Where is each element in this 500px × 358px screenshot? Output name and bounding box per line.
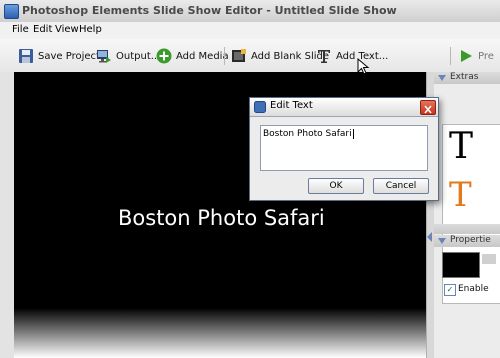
add-blank-slide-button[interactable]: Add Blank Slide xyxy=(231,47,329,65)
text-tool-icon xyxy=(316,48,332,64)
cancel-button[interactable]: Cancel xyxy=(373,178,429,194)
thumbnail-label-stub xyxy=(482,254,496,264)
edit-text-dialog: Edit Text Boston Photo Safari OK Cancel xyxy=(249,97,439,201)
title-bar: Photoshop Elements Slide Show Editor - U… xyxy=(0,0,500,23)
slide-text[interactable]: Boston Photo Safari xyxy=(118,206,325,230)
text-input[interactable]: Boston Photo Safari xyxy=(260,125,428,171)
slide-thumbnail[interactable] xyxy=(442,252,480,278)
add-icon xyxy=(156,48,172,64)
left-gutter xyxy=(0,72,14,358)
enable-checkbox[interactable]: ✓ xyxy=(444,284,456,296)
menu-help[interactable]: Help xyxy=(79,24,102,35)
close-button[interactable] xyxy=(420,100,436,115)
stage-fade xyxy=(14,308,426,358)
slide-show-editor-window: Photoshop Elements Slide Show Editor - U… xyxy=(0,0,500,358)
text-style-black[interactable]: T xyxy=(449,127,500,167)
menu-file[interactable]: File xyxy=(12,24,29,35)
extras-header[interactable]: Extras xyxy=(434,72,500,84)
output-icon xyxy=(96,48,112,64)
ok-button[interactable]: OK xyxy=(308,178,364,194)
mouse-cursor-icon xyxy=(357,58,370,75)
right-panel: Extras T T Propertie ✓ Enable xyxy=(434,72,500,358)
properties-label: Propertie xyxy=(450,235,491,245)
save-icon xyxy=(18,48,34,64)
toolbar: Save Project... Output... Add Media ▾ Ad… xyxy=(0,39,500,73)
text-input-value: Boston Photo Safari xyxy=(263,129,352,139)
preview-button[interactable]: Pre xyxy=(458,47,494,65)
menu-edit[interactable]: Edit xyxy=(33,24,52,35)
blank-slide-icon xyxy=(231,48,247,64)
add-text-button[interactable]: Add Text... xyxy=(316,47,388,65)
enable-label: Enable xyxy=(458,284,489,294)
play-icon xyxy=(458,48,474,64)
dialog-title: Edit Text xyxy=(270,100,313,111)
triangle-down-icon xyxy=(438,75,446,81)
preview-label: Pre xyxy=(478,50,494,62)
toolbar-separator xyxy=(224,47,225,65)
add-media-label: Add Media xyxy=(176,50,229,62)
window-title: Photoshop Elements Slide Show Editor - U… xyxy=(22,4,397,17)
text-cursor xyxy=(352,129,354,139)
output-button[interactable]: Output... xyxy=(96,47,160,65)
dialog-title-bar: Edit Text xyxy=(250,98,438,117)
toolbar-separator xyxy=(450,47,451,65)
close-icon xyxy=(424,105,432,114)
app-icon xyxy=(4,4,19,19)
extras-label: Extras xyxy=(450,72,479,82)
collapse-arrow-icon[interactable] xyxy=(427,232,433,242)
menu-view[interactable]: View xyxy=(55,24,79,35)
properties-header[interactable]: Propertie xyxy=(434,235,500,247)
panel-splitter xyxy=(434,224,500,234)
dialog-app-icon xyxy=(254,101,266,113)
triangle-down-icon xyxy=(438,238,446,244)
text-style-orange[interactable]: T xyxy=(449,175,500,215)
menu-bar: File Edit View Help xyxy=(0,22,500,39)
output-label: Output... xyxy=(116,50,161,62)
